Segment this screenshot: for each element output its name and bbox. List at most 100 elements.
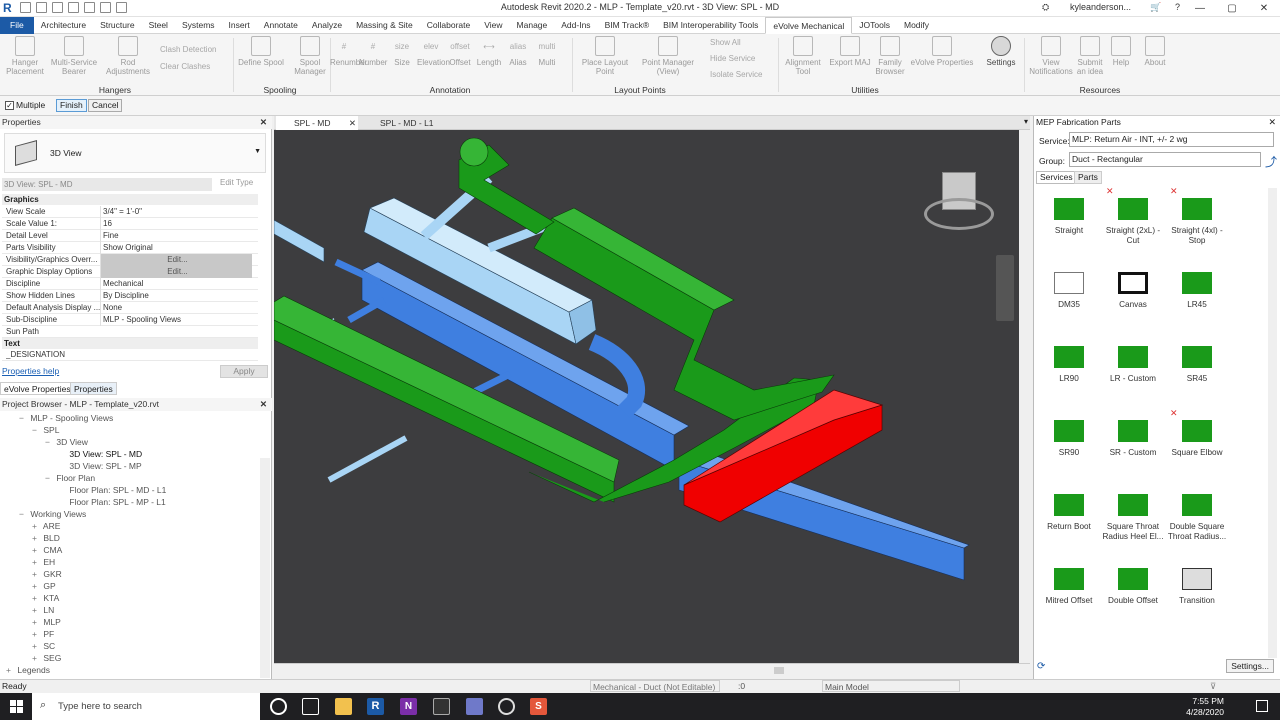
part-tile[interactable]: DM35 (1038, 262, 1100, 310)
expand-icon[interactable]: − (45, 436, 54, 448)
tab-view[interactable]: View (477, 17, 509, 34)
group-dropdown[interactable]: Duct - Rectangular (1069, 152, 1261, 167)
tab-manage[interactable]: Manage (510, 17, 555, 34)
filter-icon[interactable]: ⊽ (1210, 680, 1216, 693)
user-name[interactable]: kyleanderson... (1070, 2, 1131, 12)
tab-services[interactable]: Services (1036, 171, 1077, 184)
point-manager-button[interactable]: Point Manager (View) (637, 36, 699, 76)
multi-service-bearer-button[interactable]: Multi-Service Bearer (48, 36, 100, 76)
service-dropdown[interactable]: MLP: Return Air - INT, +/- 2 wg (1069, 132, 1274, 147)
multiple-checkbox[interactable]: ✓ (5, 101, 14, 110)
browser-item[interactable]: + KTA (32, 592, 59, 604)
tab-menu-icon[interactable]: ▾ (1024, 117, 1028, 126)
part-tile[interactable]: ✕ Square Elbow (1166, 408, 1228, 458)
evolve-properties-button[interactable]: eVolve Properties (910, 36, 974, 67)
finish-button[interactable]: Finish (56, 99, 87, 112)
close-icon[interactable]: ✕ (260, 116, 267, 129)
minimize-button[interactable]: — (1184, 0, 1216, 17)
place-layout-point-button[interactable]: Place Layout Point (580, 36, 630, 76)
graphics-section[interactable]: Graphics (2, 194, 258, 205)
cancel-button[interactable]: Cancel (88, 99, 123, 112)
windows-start-icon[interactable] (10, 700, 23, 713)
tab-collaborate[interactable]: Collaborate (420, 17, 477, 34)
clash-detection-button[interactable]: Clash Detection (160, 45, 216, 54)
offset-button[interactable]: offset Offset (446, 36, 474, 67)
part-tile[interactable]: SR90 (1038, 410, 1100, 458)
spool-manager-button[interactable]: Spool Manager (290, 36, 330, 76)
design-option-dropdown[interactable]: Main Model (822, 680, 960, 692)
export-maj-button[interactable]: Export MAJ (828, 36, 872, 67)
task-view-icon[interactable] (302, 698, 319, 715)
refresh-icon[interactable]: ⟳ (1037, 661, 1045, 672)
compass-ring[interactable] (924, 198, 994, 230)
browser-item[interactable]: + GKR (32, 568, 62, 580)
browser-item[interactable]: + EH (32, 556, 55, 568)
workset-dropdown[interactable]: Mechanical - Duct (Not Editable) (590, 680, 720, 692)
view-notifications-button[interactable]: View Notifications (1028, 36, 1074, 76)
browser-item[interactable]: − 3D View (45, 436, 88, 448)
browser-item[interactable]: + SEG (32, 652, 61, 664)
browser-item[interactable]: 3D View: SPL - MD (58, 448, 142, 460)
browser-item[interactable]: 3D View: SPL - MP (58, 460, 141, 472)
expand-icon[interactable]: + (6, 664, 15, 676)
property-row[interactable]: Sub-Discipline MLP - Spooling Views (2, 314, 258, 326)
discord-icon[interactable] (466, 698, 483, 715)
part-tile[interactable]: Return Boot (1038, 484, 1100, 532)
close-button[interactable]: ✕ (1248, 0, 1280, 17)
part-tile[interactable]: LR45 (1166, 262, 1228, 310)
tab-spl-md[interactable]: SPL - MD ✕ (276, 116, 358, 130)
3d-viewport[interactable] (274, 130, 1019, 663)
part-tile[interactable]: Transition (1166, 558, 1228, 606)
infocenter-icon[interactable]: ⛭ (1042, 2, 1049, 13)
hide-service-button[interactable]: Hide Service (710, 54, 755, 63)
browser-item[interactable]: Floor Plan: SPL - MD - L1 (58, 484, 166, 496)
tab-bim-interoperability-tools[interactable]: BIM Interoperability Tools (656, 17, 765, 34)
cortana-icon[interactable] (270, 698, 287, 715)
length-button[interactable]: ⟷ Length (475, 36, 503, 67)
expand-icon[interactable]: − (19, 412, 28, 424)
expand-icon[interactable]: + (32, 640, 41, 652)
tab-evolve-properties[interactable]: eVolve Properties (0, 382, 75, 395)
isolate-service-button[interactable]: Isolate Service (710, 70, 762, 79)
family-browser-button[interactable]: Family Browser (872, 36, 908, 76)
hanger-placement-button[interactable]: Hanger Placement (5, 36, 45, 76)
part-tile[interactable]: SR - Custom (1102, 410, 1164, 458)
expand-icon[interactable]: − (19, 508, 28, 520)
text-section[interactable]: Text (2, 338, 258, 349)
chrome-icon[interactable] (433, 698, 450, 715)
tab-modify[interactable]: Modify (897, 17, 936, 34)
property-row[interactable]: Visibility/Graphics Overr... Edit... (2, 254, 258, 266)
browser-item[interactable]: + Legends (6, 664, 50, 676)
rod-adjustments-button[interactable]: Rod Adjustments (104, 36, 152, 76)
close-icon[interactable]: ✕ (1268, 117, 1276, 128)
expand-icon[interactable]: + (32, 580, 41, 592)
tab-parts[interactable]: Parts (1074, 171, 1102, 184)
browser-item[interactable]: + GP (32, 580, 56, 592)
navigation-bar[interactable] (996, 255, 1014, 321)
property-row[interactable]: View Scale 3/4" = 1'-0" (2, 206, 258, 218)
onenote-icon[interactable]: N (400, 698, 417, 715)
parts-scrollbar[interactable] (1268, 188, 1277, 658)
tab-add-ins[interactable]: Add-Ins (554, 17, 597, 34)
tab-annotate[interactable]: Annotate (257, 17, 305, 34)
property-row[interactable]: Default Analysis Display ... None (2, 302, 258, 314)
close-icon[interactable]: ✕ (260, 398, 267, 411)
expand-icon[interactable]: + (32, 520, 41, 532)
snagit-icon[interactable]: S (530, 698, 547, 715)
size-button[interactable]: size Size (388, 36, 416, 67)
viewport-vscroll[interactable] (1019, 130, 1030, 663)
expand-icon[interactable]: − (32, 424, 41, 436)
instance-selector[interactable]: 3D View: SPL - MD (2, 178, 212, 191)
browser-item[interactable]: + CMA (32, 544, 62, 556)
browser-scrollbar[interactable] (260, 458, 270, 678)
browser-item[interactable]: + PF (32, 628, 54, 640)
about-button[interactable]: About (1140, 36, 1170, 67)
multi-button[interactable]: multi Multi (533, 36, 561, 67)
tab-jotools[interactable]: JOTools (852, 17, 897, 34)
show-all-button[interactable]: Show All (710, 38, 741, 47)
expand-icon[interactable]: + (32, 652, 41, 664)
renumber-button[interactable]: # Renumber (330, 36, 367, 67)
notification-icon[interactable] (1256, 700, 1268, 712)
taskbar-search[interactable]: ⌕ Type here to search (32, 693, 260, 720)
tab-file[interactable]: File (0, 16, 34, 34)
